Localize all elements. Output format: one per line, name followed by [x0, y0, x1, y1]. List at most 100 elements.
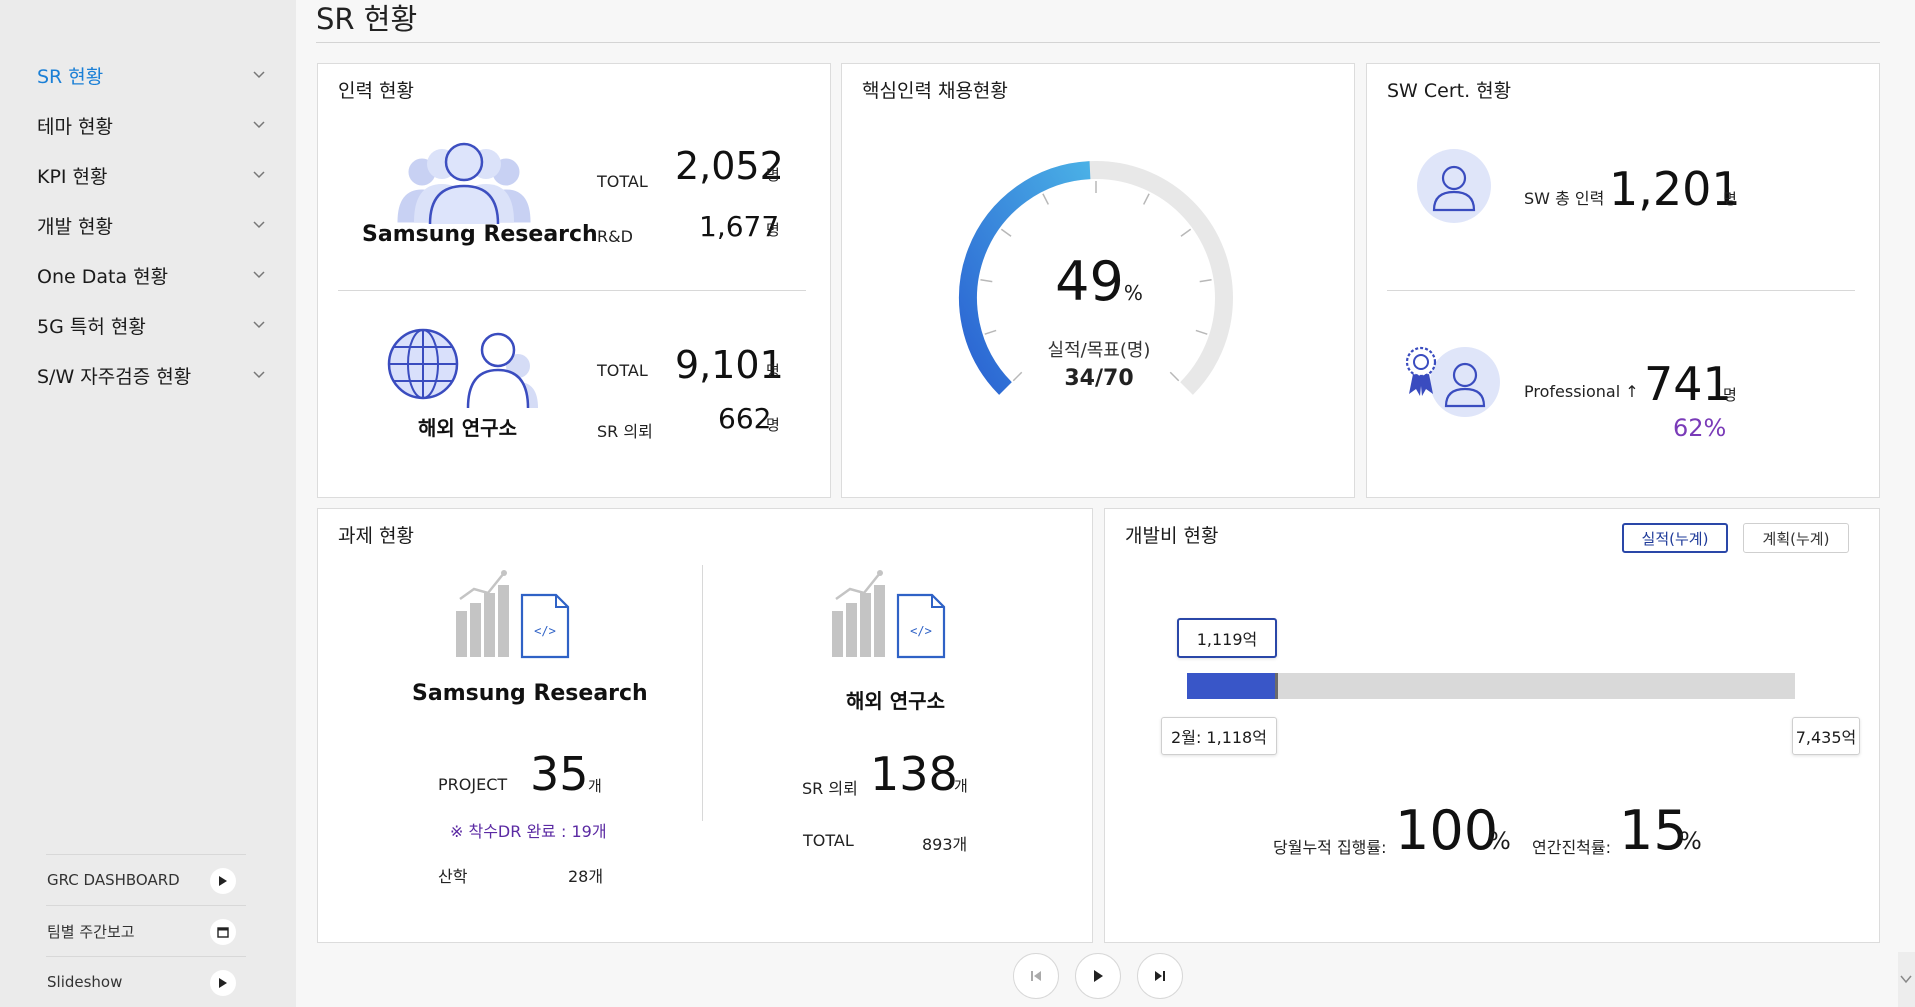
gauge-sub-label: 실적/목표(명): [1047, 340, 1151, 361]
manpower-card: 인력 현황 Samsung Research TOTAL 2,052 명 R&D…: [317, 63, 831, 498]
chevron-down-icon: [1900, 975, 1912, 984]
link-label: 팀별 주간보고: [47, 922, 135, 941]
org-name: Samsung Research: [362, 222, 598, 247]
project-value: 35: [530, 747, 589, 801]
first-slide-button[interactable]: [1013, 953, 1059, 999]
divider: [1387, 290, 1855, 291]
sidebar-item-onedata[interactable]: One Data 현황: [0, 250, 296, 300]
annual-progress-unit: %: [1679, 827, 1702, 855]
execution-rate-label: 당월누적 집행률:: [1273, 838, 1387, 857]
card-title: 인력 현황: [338, 80, 414, 102]
percent-unit: %: [1123, 281, 1143, 305]
sidebar-nav: SR 현황 테마 현황 KPI 현황 개발 현황 One Data 현황 5G …: [0, 50, 296, 400]
plan-tag: 7,435억: [1792, 717, 1860, 755]
sidebar-item-label: S/W 자주검증 현황: [37, 365, 192, 388]
gauge-tick: [1180, 228, 1192, 237]
projects-card: 과제 현황 </> Samsung Research PROJECT 35 개 …: [317, 508, 1093, 943]
scrollbar-down-arrow[interactable]: [1898, 952, 1915, 1007]
professional-percent: 62%: [1673, 414, 1727, 442]
budget-card: 개발비 현황 실적(누계) 계획(누계) 1,119억 2월: 1,118억 7…: [1104, 508, 1880, 943]
certified-person-icon: [1405, 346, 1500, 417]
sidebar: SR 현황 테마 현황 KPI 현황 개발 현황 One Data 현황 5G …: [0, 0, 296, 1007]
chevron-down-icon: [253, 371, 265, 379]
recruit-card: 핵심인력 채용현황 49% 실적/목표(명) 34/70: [841, 63, 1355, 498]
sidebar-item-theme[interactable]: 테마 현황: [0, 100, 296, 150]
chart-document-icon: </>: [832, 570, 946, 659]
last-slide-button[interactable]: [1137, 953, 1183, 999]
professional-unit: 명: [1723, 386, 1737, 404]
chevron-down-icon: [253, 171, 265, 179]
chevron-down-icon: [253, 271, 265, 279]
project-label: PROJECT: [438, 775, 508, 794]
gauge-tick: [1042, 193, 1049, 205]
skip-forward-icon: [1155, 971, 1165, 981]
play-icon: [210, 868, 236, 894]
window-icon: [210, 919, 236, 945]
slideshow-link[interactable]: Slideshow: [46, 956, 246, 1007]
professional-label: Professional ↑: [1524, 382, 1639, 401]
sr-request-label: SR 의뢰: [597, 422, 653, 441]
play-icon: [210, 970, 236, 996]
sidebar-item-dev[interactable]: 개발 현황: [0, 200, 296, 250]
annual-progress-label: 연간진척률:: [1532, 838, 1611, 857]
sidebar-item-label: 테마 현황: [37, 115, 113, 138]
gauge-percent: 49%: [842, 250, 1356, 313]
card-title: 개발비 현황: [1125, 525, 1219, 547]
project-unit: 개: [588, 777, 602, 795]
budget-bar-fill: [1187, 673, 1279, 699]
chevron-down-icon: [253, 121, 265, 129]
total-unit: 명: [766, 166, 780, 184]
card-title: 과제 현황: [338, 525, 414, 547]
percent-value: 49: [1055, 250, 1124, 313]
globe-people-icon: [387, 328, 538, 409]
org-name: 해외 연구소: [846, 689, 945, 713]
gauge-tick: [1000, 228, 1012, 237]
chevron-down-icon: [253, 71, 265, 79]
sidebar-item-kpi[interactable]: KPI 현황: [0, 150, 296, 200]
sidebar-item-5g[interactable]: 5G 특허 현황: [0, 300, 296, 350]
sidebar-item-sr[interactable]: SR 현황: [0, 50, 296, 100]
sw-total-label: SW 총 인력: [1524, 189, 1605, 208]
total-label: TOTAL: [803, 831, 854, 850]
annual-progress-value: 15: [1619, 799, 1688, 862]
chart-document-icon: </>: [456, 570, 570, 659]
play-button[interactable]: [1075, 953, 1121, 999]
actual-tag: 1,119억: [1177, 618, 1277, 658]
svg-text:</>: </>: [910, 624, 932, 638]
budget-bar-track: [1187, 673, 1795, 699]
rnd-unit: 명: [766, 221, 780, 239]
sw-total-unit: 명: [1723, 190, 1737, 208]
total-unit: 명: [766, 362, 780, 380]
sr-request-unit: 개: [954, 777, 968, 795]
execution-rate-unit: %: [1488, 827, 1511, 855]
divider: [338, 290, 806, 291]
sr-request-value: 662: [718, 402, 772, 435]
sw-total-value: 1,201: [1609, 162, 1741, 216]
svg-text:</>: </>: [534, 624, 556, 638]
sidebar-item-label: 5G 특허 현황: [37, 315, 146, 338]
swcert-card: SW Cert. 현황 SW 총 인력 1,201 명 Professional…: [1366, 63, 1880, 498]
actual-cumulative-button[interactable]: 실적(누계): [1622, 523, 1728, 553]
sr-request-unit: 명: [766, 416, 780, 434]
divider: [702, 565, 703, 821]
page-title: SR 현황: [316, 2, 418, 36]
sidebar-bottom-links: GRC DASHBOARD 팀별 주간보고 Slideshow: [46, 854, 246, 1007]
sidebar-item-label: SR 현황: [37, 65, 104, 88]
sidebar-item-sw[interactable]: S/W 자주검증 현황: [0, 350, 296, 400]
play-icon: [1094, 970, 1103, 982]
gauge-tick: [984, 329, 997, 335]
rnd-label: R&D: [597, 227, 633, 246]
skip-back-icon: [1031, 971, 1041, 981]
gauge-ratio: 34/70: [1064, 366, 1134, 391]
plan-cumulative-button[interactable]: 계획(누계): [1743, 523, 1849, 553]
gauge-tick: [1195, 329, 1208, 335]
org-name: 해외 연구소: [418, 416, 517, 440]
sidebar-item-label: KPI 현황: [37, 165, 108, 188]
grc-dashboard-link[interactable]: GRC DASHBOARD: [46, 854, 246, 905]
execution-rate-value: 100: [1395, 799, 1499, 862]
month-tag: 2월: 1,118억: [1161, 717, 1277, 755]
team-weekly-report-link[interactable]: 팀별 주간보고: [46, 905, 246, 956]
industry-label: 산학: [438, 867, 468, 886]
sr-request-label: SR 의뢰: [802, 779, 858, 798]
sr-request-value: 138: [870, 747, 958, 801]
